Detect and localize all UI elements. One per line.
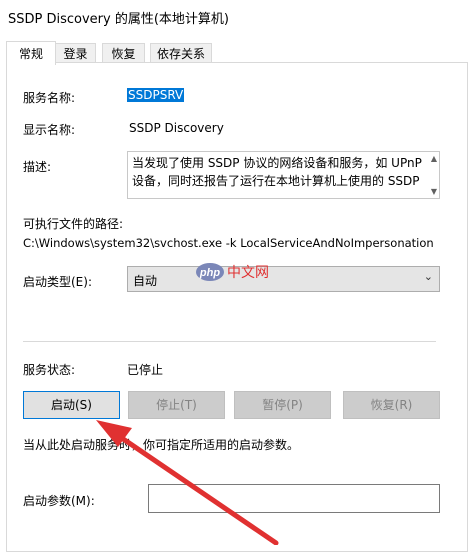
tab-strip: 常规 登录 恢复 依存关系	[0, 33, 470, 65]
divider	[23, 341, 436, 342]
watermark: php 中文网	[195, 260, 285, 287]
tab-recovery[interactable]: 恢复	[102, 43, 145, 64]
description-line-1: 当发现了使用 SSDP 协议的网络设备和服务，如 UPnP	[132, 156, 422, 170]
startup-type-value: 自动	[133, 274, 158, 288]
service-status-value: 已停止	[127, 363, 164, 377]
php-logo-icon: php 中文网	[196, 263, 269, 281]
resume-button[interactable]: 恢复(R)	[343, 391, 440, 419]
service-status-label: 服务状态:	[23, 363, 76, 377]
hint-text: 当从此处启动服务时，你可指定所适用的启动参数。	[23, 438, 300, 452]
chevron-down-icon: ⌄	[423, 270, 433, 283]
window-title: SSDP Discovery 的属性(本地计算机)	[8, 12, 229, 27]
service-name-label: 服务名称:	[23, 91, 76, 105]
description-text: 当发现了使用 SSDP 协议的网络设备和服务，如 UPnP 设备，同时还报告了运…	[132, 154, 422, 190]
watermark-text: 中文网	[227, 265, 269, 281]
exe-path-value: C:\Windows\system32\svchost.exe -k Local…	[23, 236, 434, 250]
scroll-down-icon[interactable]: ▼	[431, 187, 437, 196]
scroll-up-icon[interactable]: ▲	[431, 154, 437, 163]
display-name-label: 显示名称:	[23, 123, 76, 137]
general-panel	[6, 62, 468, 552]
description-label: 描述:	[23, 160, 52, 174]
exe-path-label: 可执行文件的路径:	[23, 217, 124, 231]
service-name-value[interactable]: SSDPSRV	[127, 88, 185, 102]
description-line-2: 设备，同时还报告了运行在本地计算机上使用的 SSDP	[132, 174, 420, 188]
tab-general[interactable]: 常规	[6, 41, 56, 65]
start-button[interactable]: 启动(S)	[23, 391, 120, 419]
description-box[interactable]: 当发现了使用 SSDP 协议的网络设备和服务，如 UPnP 设备，同时还报告了运…	[127, 151, 440, 199]
title-bar: SSDP Discovery 的属性(本地计算机)	[0, 0, 470, 33]
stop-button[interactable]: 停止(T)	[128, 391, 225, 419]
pause-button[interactable]: 暂停(P)	[234, 391, 331, 419]
display-name-value[interactable]: SSDP Discovery	[129, 121, 224, 135]
start-params-input[interactable]	[148, 484, 440, 513]
tab-logon[interactable]: 登录	[55, 43, 96, 64]
startup-type-label: 启动类型(E):	[23, 275, 92, 289]
start-params-label: 启动参数(M):	[23, 494, 95, 508]
tab-dependencies[interactable]: 依存关系	[150, 43, 212, 64]
watermark-badge: php	[199, 267, 220, 279]
